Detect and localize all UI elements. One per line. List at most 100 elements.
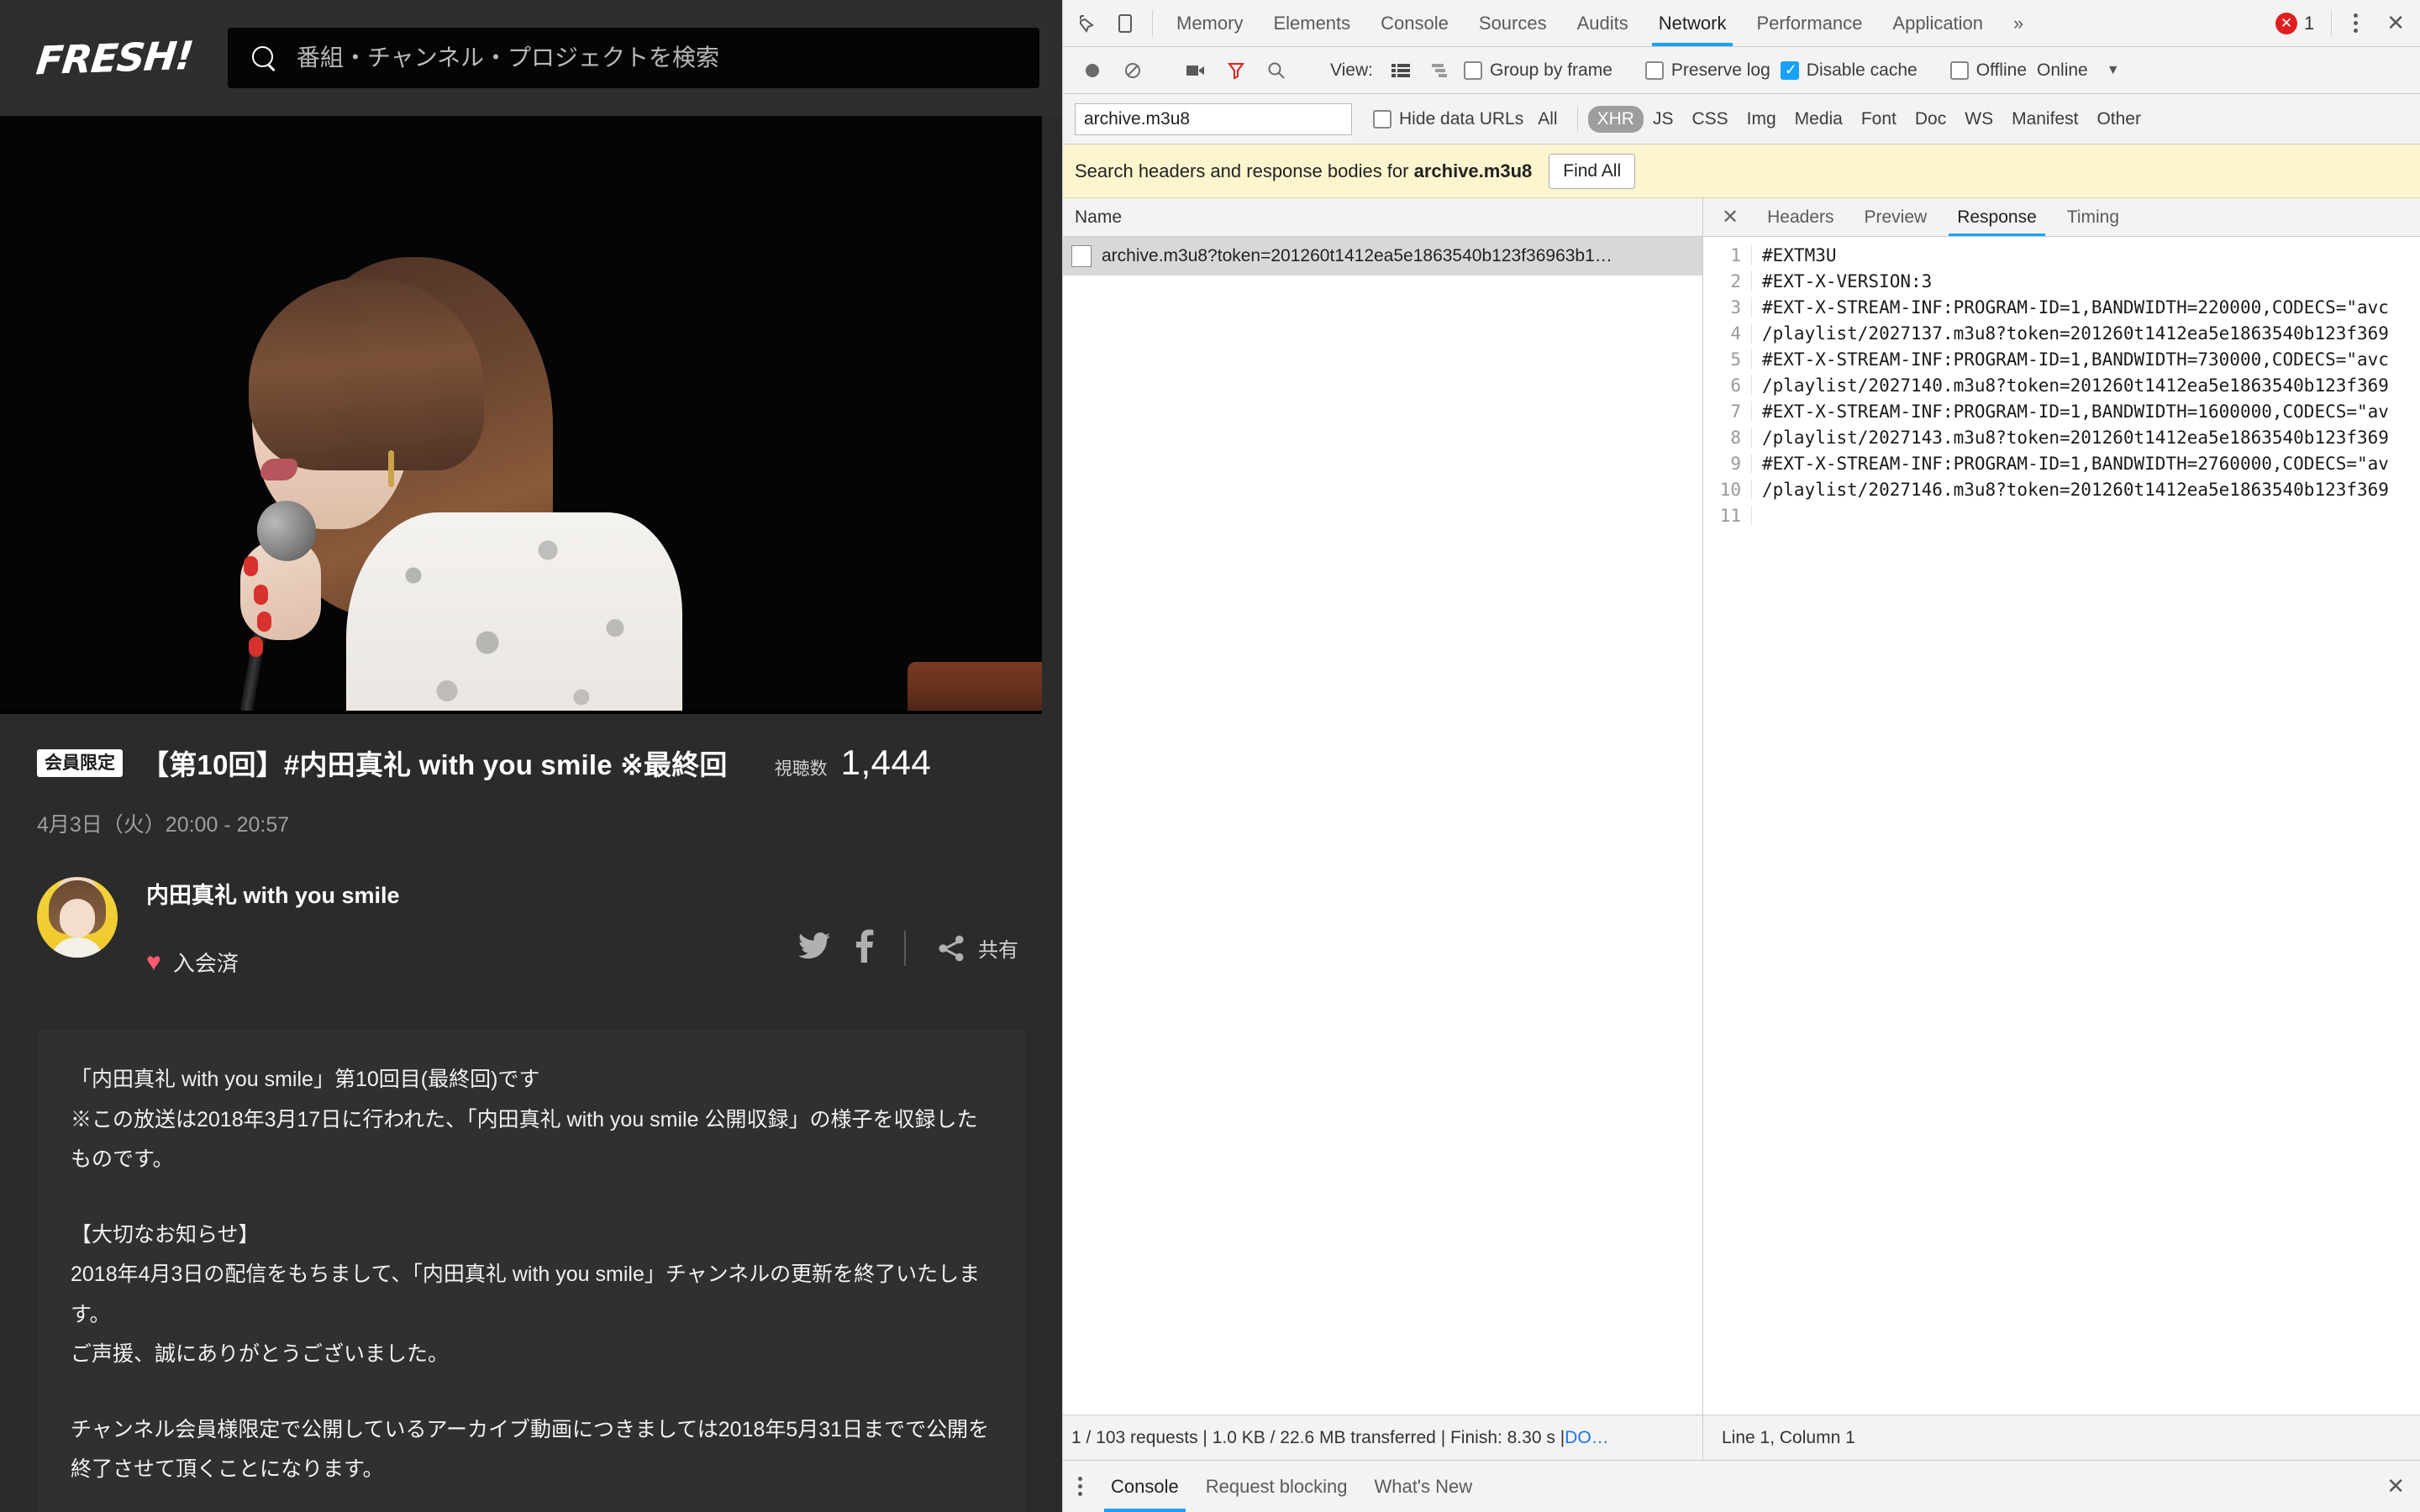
chevron-double-right-icon[interactable]: »: [1998, 0, 2039, 46]
description-line-1: 「内田真礼 with you smile」第10回目(最終回)です: [71, 1068, 540, 1091]
heart-icon: ♥: [146, 948, 161, 976]
channel-name[interactable]: 内田真礼 with you smile: [146, 877, 400, 910]
checkbox-box: [1949, 60, 1969, 80]
channel-avatar[interactable]: [37, 877, 118, 958]
dom-content-loaded-link[interactable]: DO…: [1565, 1428, 1609, 1448]
line-content: #EXT-X-STREAM-INF:PROGRAM-ID=1,BANDWIDTH…: [1762, 453, 2389, 474]
waterfall-view-icon[interactable]: [1423, 53, 1459, 88]
tab-memory[interactable]: Memory: [1161, 0, 1258, 46]
search-banner-text: Search headers and response bodies for a…: [1075, 160, 1532, 182]
filter-type-media[interactable]: Media: [1786, 106, 1852, 133]
description-line-4: 2018年4月3日の配信をもちまして、「内田真礼 with you smile」…: [71, 1263, 981, 1326]
error-badge[interactable]: ✕ 1: [2267, 0, 2323, 46]
code-line: 9 #EXT-X-STREAM-INF:PROGRAM-ID=1,BANDWIDT…: [1703, 450, 2420, 476]
column-header-name[interactable]: Name: [1075, 207, 1122, 228]
tab-console[interactable]: Console: [1365, 0, 1464, 46]
membership-status[interactable]: ♥ 入会済: [146, 947, 400, 978]
site-search-bar[interactable]: [227, 28, 1039, 88]
filter-type-js[interactable]: JS: [1644, 106, 1683, 133]
search-icon: [250, 44, 278, 72]
line-content: #EXTM3U: [1762, 244, 1837, 265]
code-line: 5 #EXT-X-STREAM-INF:PROGRAM-ID=1,BANDWIDT…: [1703, 346, 2420, 372]
list-view-icon[interactable]: [1383, 53, 1418, 88]
request-list-pane: Name archive.m3u8?token=201260t1412ea5e1…: [1063, 198, 1703, 1415]
drawer-tab-console[interactable]: Console: [1097, 1461, 1192, 1512]
filter-type-all[interactable]: All: [1528, 106, 1566, 133]
tab-audits[interactable]: Audits: [1562, 0, 1644, 46]
find-all-button[interactable]: Find All: [1549, 153, 1636, 189]
drawer-tab-request-blocking[interactable]: Request blocking: [1192, 1461, 1361, 1512]
tab-timing[interactable]: Timing: [2052, 198, 2134, 236]
record-icon[interactable]: [1075, 53, 1110, 88]
filter-type-img[interactable]: Img: [1738, 106, 1786, 133]
tab-preview[interactable]: Preview: [1849, 198, 1943, 236]
video-player[interactable]: [0, 116, 1042, 714]
video-frame: [0, 116, 1042, 714]
description-line-5: ご声援、誠にありがとうございました。: [71, 1342, 450, 1366]
checkbox-box: [1373, 109, 1392, 129]
line-content: #EXT-X-STREAM-INF:PROGRAM-ID=1,BANDWIDTH…: [1762, 401, 2389, 422]
offline-checkbox[interactable]: Offline: [1949, 60, 2028, 81]
clear-icon[interactable]: [1115, 53, 1150, 88]
tab-elements[interactable]: Elements: [1258, 0, 1365, 46]
tab-headers[interactable]: Headers: [1752, 198, 1849, 236]
drawer-tab-whats-new[interactable]: What's New: [1361, 1461, 1486, 1512]
group-by-frame-checkbox[interactable]: Group by frame: [1463, 60, 1612, 81]
preserve-log-label: Preserve log: [1670, 60, 1770, 80]
inspect-cursor-icon[interactable]: [1070, 0, 1107, 46]
close-icon[interactable]: ✕: [2371, 1461, 2420, 1512]
filter-type-other[interactable]: Other: [2087, 106, 2150, 133]
devtools-panel: Memory Elements Console Sources Audits N…: [1062, 0, 2420, 1512]
channel-row: 内田真礼 with you smile ♥ 入会済 共有: [37, 877, 1025, 978]
filter-type-css[interactable]: CSS: [1682, 106, 1737, 133]
preserve-log-checkbox[interactable]: Preserve log: [1644, 60, 1770, 81]
cursor-position: Line 1, Column 1: [1722, 1427, 1855, 1447]
tab-network[interactable]: Network: [1644, 0, 1742, 46]
view-count-label: 視聴数: [774, 759, 828, 779]
device-toolbar-icon[interactable]: [1107, 0, 1144, 46]
table-row[interactable]: archive.m3u8?token=201260t1412ea5e186354…: [1063, 237, 1702, 276]
filter-input[interactable]: [1075, 102, 1352, 135]
detail-tabbar: ✕ Headers Preview Response Timing: [1703, 198, 2420, 237]
line-number: 6: [1703, 375, 1752, 396]
request-summary: 1 / 103 requests | 1.0 KB / 22.6 MB tran…: [1063, 1415, 1703, 1460]
caret-down-icon[interactable]: ▼: [2107, 63, 2120, 78]
filter-type-font[interactable]: Font: [1852, 106, 1906, 133]
search-input[interactable]: [296, 45, 1018, 71]
close-icon[interactable]: ✕: [2371, 0, 2420, 46]
funnel-icon[interactable]: [1218, 53, 1254, 88]
filter-type-doc[interactable]: Doc: [1906, 106, 1955, 133]
tab-application[interactable]: Application: [1877, 0, 1998, 46]
fresh-logo[interactable]: FRESH!: [34, 33, 195, 83]
twitter-icon[interactable]: [798, 932, 830, 963]
video-description: 「内田真礼 with you smile」第10回目(最終回)です ※この放送は…: [37, 1030, 1025, 1512]
code-line: 11: [1703, 502, 2420, 528]
kebab-menu-icon[interactable]: [1063, 1461, 1097, 1512]
filter-type-xhr[interactable]: XHR: [1587, 105, 1644, 133]
filter-type-ws[interactable]: WS: [1955, 106, 2002, 133]
network-toolbar: View: Group by frame Preserve log Disabl…: [1063, 47, 2420, 94]
kebab-menu-icon[interactable]: [2340, 0, 2371, 46]
share-label: 共有: [978, 939, 1018, 962]
tab-response[interactable]: Response: [1942, 198, 2052, 236]
throttling-select[interactable]: Online: [2037, 60, 2088, 81]
hide-data-urls-checkbox[interactable]: Hide data URLs: [1373, 109, 1523, 129]
filter-type-manifest[interactable]: Manifest: [2002, 106, 2087, 133]
request-summary-text: 1 / 103 requests | 1.0 KB / 22.6 MB tran…: [1071, 1427, 1565, 1447]
facebook-icon[interactable]: [855, 929, 874, 967]
request-checkbox[interactable]: [1071, 245, 1092, 267]
line-content: /playlist/2027143.m3u8?token=201260t1412…: [1762, 427, 2389, 448]
tab-performance[interactable]: Performance: [1741, 0, 1877, 46]
camera-icon[interactable]: [1178, 53, 1213, 88]
chair-prop: [908, 662, 1042, 714]
search-banner-query: archive.m3u8: [1413, 160, 1533, 181]
share-button[interactable]: 共有: [936, 933, 1018, 963]
close-icon[interactable]: ✕: [1708, 198, 1752, 236]
disable-cache-checkbox[interactable]: Disable cache: [1780, 60, 1918, 81]
channel-meta: 内田真礼 with you smile ♥ 入会済: [146, 877, 400, 978]
description-line-6: チャンネル会員様限定で公開しているアーカイブ動画につきましては2018年5月31…: [71, 1417, 990, 1482]
tab-sources[interactable]: Sources: [1464, 0, 1562, 46]
search-icon[interactable]: [1259, 53, 1294, 88]
offline-label: Offline: [1975, 60, 2028, 80]
response-body-viewer[interactable]: 1 #EXTM3U 2 #EXT-X-VERSION:3 3 #EXT-X-STREA…: [1703, 237, 2420, 1415]
